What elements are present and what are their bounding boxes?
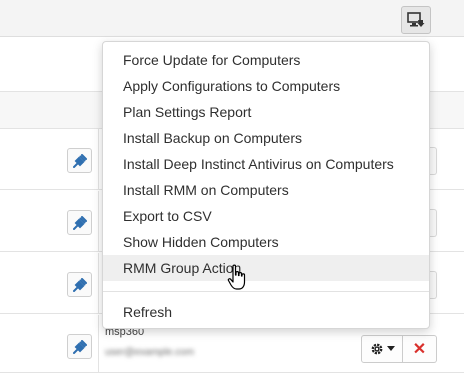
- top-toolbar: [0, 0, 464, 37]
- column-divider: [98, 191, 99, 251]
- menu-item-install-deep-instinct[interactable]: Install Deep Instinct Antivirus on Compu…: [103, 151, 429, 177]
- close-icon: ✕: [412, 341, 427, 358]
- menu-item-show-hidden[interactable]: Show Hidden Computers: [103, 229, 429, 255]
- menu-item-rmm-group-action[interactable]: RMM Group Action: [103, 255, 429, 281]
- connect-button[interactable]: [67, 272, 92, 297]
- hand-cursor-icon: [227, 264, 246, 290]
- menu-item-apply-configurations[interactable]: Apply Configurations to Computers: [103, 73, 429, 99]
- column-divider: [98, 315, 99, 372]
- row-settings-button[interactable]: [361, 335, 403, 363]
- computer-actions-button[interactable]: [401, 6, 431, 34]
- plug-icon: [72, 215, 87, 230]
- delete-button[interactable]: ✕: [403, 335, 437, 363]
- menu-item-force-update[interactable]: Force Update for Computers: [103, 47, 429, 73]
- menu-item-refresh[interactable]: Refresh: [103, 299, 429, 325]
- user-email: user@example.com: [105, 347, 195, 358]
- menu-divider: [103, 291, 429, 292]
- plug-icon: [72, 277, 87, 292]
- gear-icon: [371, 343, 382, 355]
- connect-button[interactable]: [67, 148, 92, 173]
- column-divider: [98, 129, 99, 189]
- computer-actions-menu: Force Update for Computers Apply Configu…: [102, 41, 430, 329]
- caret-down-icon: [386, 346, 395, 351]
- menu-item-plan-settings-report[interactable]: Plan Settings Report: [103, 99, 429, 125]
- connect-button[interactable]: [67, 334, 92, 359]
- plug-icon: [72, 339, 87, 354]
- connect-button[interactable]: [67, 210, 92, 235]
- menu-item-install-rmm[interactable]: Install RMM on Computers: [103, 177, 429, 203]
- plug-icon: [72, 153, 87, 168]
- menu-item-install-backup[interactable]: Install Backup on Computers: [103, 125, 429, 151]
- computer-actions-icon: [407, 12, 425, 27]
- menu-item-export-csv[interactable]: Export to CSV: [103, 203, 429, 229]
- column-divider: [98, 253, 99, 313]
